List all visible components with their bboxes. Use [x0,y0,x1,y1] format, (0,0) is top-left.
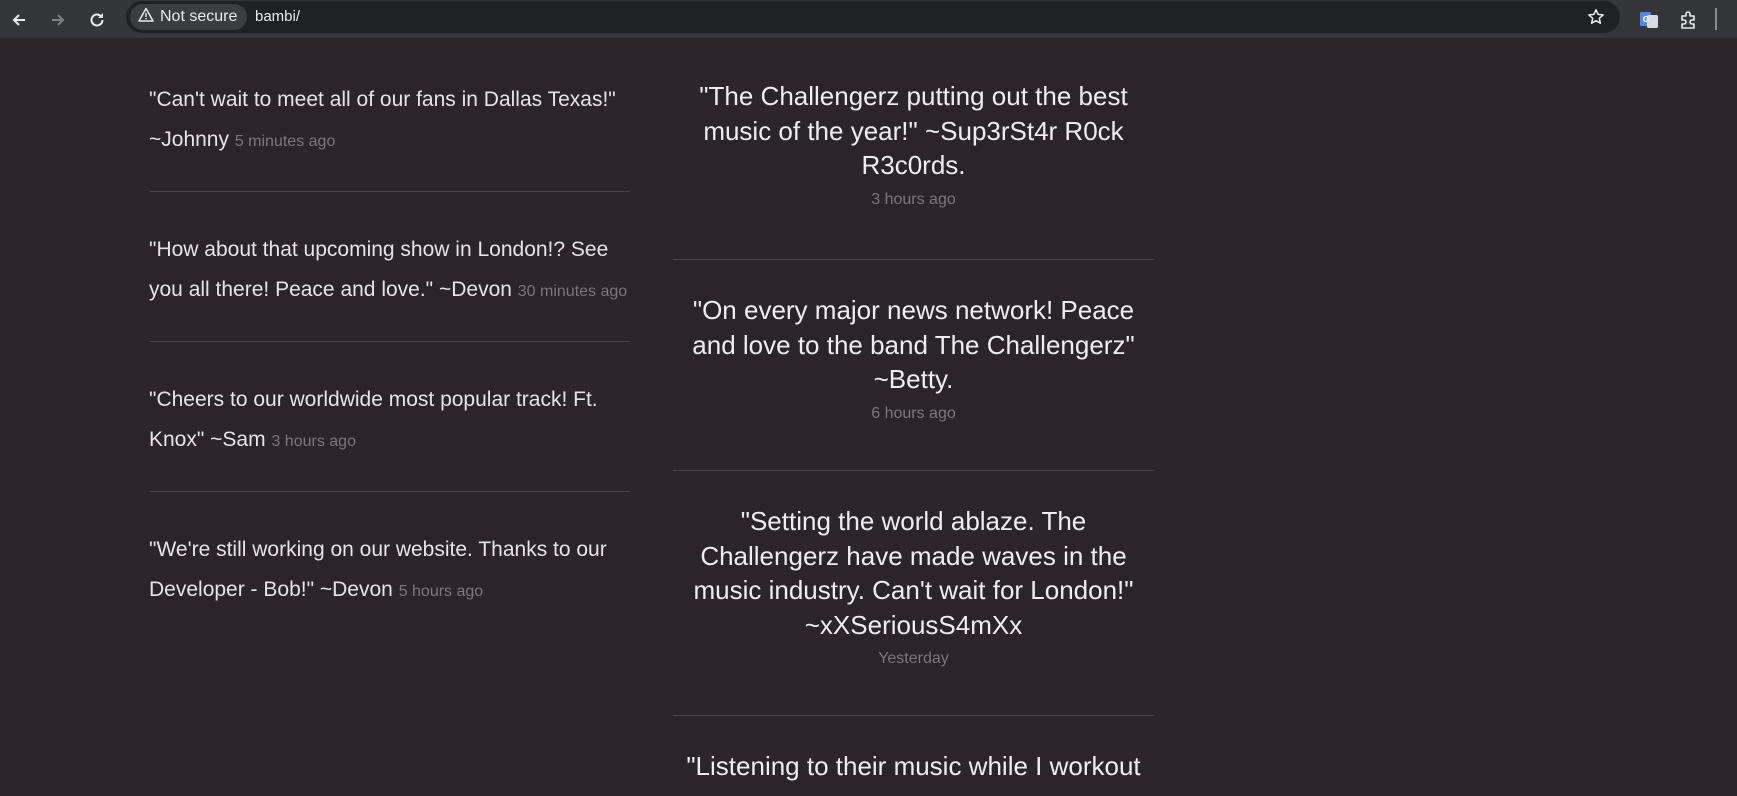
band-post: "Can't wait to meet all of our fans in D… [149,42,630,192]
warning-icon [138,7,154,28]
post-time: 3 hours ago [271,433,356,450]
svg-text:G: G [1643,15,1650,24]
testimonial-time: 6 hours ago [871,404,956,422]
translate-icon[interactable]: G [1634,5,1664,35]
url-text[interactable]: bambi/ [255,8,300,25]
post-quote: "We're still working on our website. Tha… [149,538,607,601]
testimonial: "Listening to their music while I workou… [673,716,1154,796]
page-content: "Can't wait to meet all of our fans in D… [0,42,1737,791]
bookmark-star-icon[interactable] [1584,5,1608,29]
testimonials-column: "The Challengerz putting out the best mu… [673,42,1154,796]
security-label: Not secure [160,8,238,25]
testimonial-time: Yesterday [878,650,949,667]
post-time: 5 minutes ago [234,133,336,150]
band-posts-column: "Can't wait to meet all of our fans in D… [149,42,630,642]
band-post: "Cheers to our worldwide most popular tr… [149,342,630,492]
back-icon[interactable] [4,5,34,35]
testimonial-time: 3 hours ago [871,190,956,208]
address-bar[interactable]: Not secure bambi/ [126,1,1620,33]
security-chip[interactable]: Not secure [130,4,248,30]
toolbar-divider [1715,8,1717,30]
browser-toolbar: Not secure bambi/ G [0,0,1737,40]
testimonial: "The Challengerz putting out the best mu… [673,42,1154,260]
extensions-puzzle-icon[interactable] [1674,5,1704,35]
post-quote: "Cheers to our worldwide most popular tr… [149,388,598,451]
testimonial: "Setting the world ablaze. The Challenge… [673,471,1154,716]
band-post: "How about that upcoming show in London!… [149,192,630,342]
post-time: 30 minutes ago [517,283,628,300]
post-time: 5 hours ago [398,583,484,600]
band-post: "We're still working on our website. Tha… [149,492,630,642]
post-quote: "Can't wait to meet all of our fans in D… [149,88,616,151]
testimonial-quote: "Setting the world ablaze. The Challenge… [693,506,1134,640]
testimonial-quote: "Listening to their music while I workou… [686,751,1141,781]
forward-icon[interactable] [43,5,73,35]
testimonial: "On every major news network! Peace and … [673,260,1154,471]
testimonial-quote: "The Challengerz putting out the best mu… [699,81,1128,180]
reload-icon[interactable] [82,5,112,35]
testimonial-quote: "On every major news network! Peace and … [692,295,1135,394]
